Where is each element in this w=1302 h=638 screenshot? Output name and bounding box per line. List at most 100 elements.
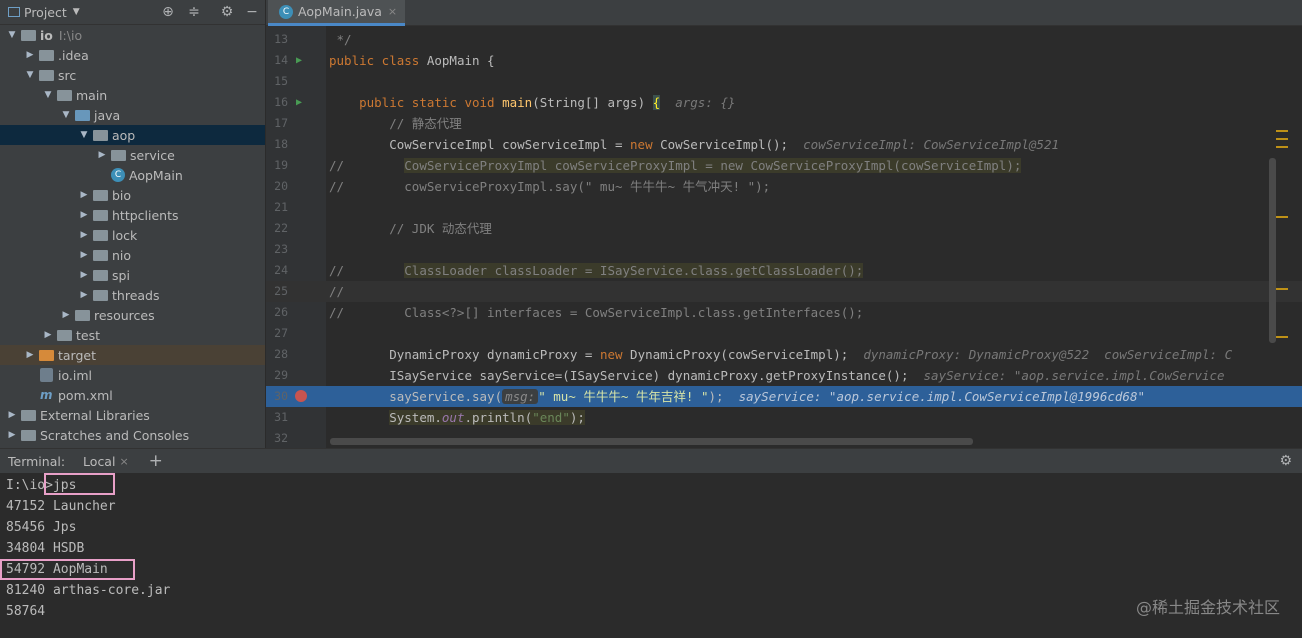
warning-stripe-mark[interactable] — [1276, 336, 1288, 338]
tree-item-io[interactable]: ▼ io I:\io — [0, 25, 265, 45]
tree-item--idea[interactable]: ▶ .idea — [0, 45, 265, 65]
line-number[interactable]: 19 — [266, 155, 288, 176]
chevron-right-icon[interactable]: ▶ — [24, 50, 36, 60]
code-line-15[interactable]: 15 — [266, 71, 1302, 92]
code-line-14[interactable]: 14 ▶ public class AopMain { — [266, 50, 1302, 71]
line-number[interactable]: 23 — [266, 239, 288, 260]
chevron-right-icon[interactable]: ▶ — [78, 190, 90, 200]
code-text[interactable]: // CowServiceProxyImpl cowServiceProxyIm… — [329, 155, 1022, 176]
tree-item-aopmain[interactable]: C AopMain — [0, 165, 265, 185]
chevron-right-icon[interactable]: ▶ — [78, 270, 90, 280]
tree-item-lock[interactable]: ▶ lock — [0, 225, 265, 245]
line-number[interactable]: 30 — [266, 386, 288, 407]
tree-item-external-libraries[interactable]: ▶ External Libraries — [0, 405, 265, 425]
chevron-right-icon[interactable]: ▶ — [78, 210, 90, 220]
tree-item-nio[interactable]: ▶ nio — [0, 245, 265, 265]
line-number[interactable]: 21 — [266, 197, 288, 218]
gear-icon[interactable]: ⚙ — [1279, 453, 1292, 469]
code-text[interactable]: System.out.println("end"); — [329, 407, 585, 428]
line-number[interactable]: 15 — [266, 71, 288, 92]
code-text[interactable]: DynamicProxy dynamicProxy = new DynamicP… — [329, 344, 1232, 365]
chevron-right-icon[interactable]: ▶ — [96, 150, 108, 160]
tree-item-test[interactable]: ▶ test — [0, 325, 265, 345]
tree-item-main[interactable]: ▼ main — [0, 85, 265, 105]
code-line-13[interactable]: 13 */ — [266, 29, 1302, 50]
tree-item-scratches-and-consoles[interactable]: ▶ Scratches and Consoles — [0, 425, 265, 445]
chevron-right-icon[interactable]: ▶ — [78, 250, 90, 260]
project-view-selector[interactable]: Project — [24, 5, 67, 20]
code-line-26[interactable]: 26 // Class<?>[] interfaces = CowServiceI… — [266, 302, 1302, 323]
line-number[interactable]: 16 — [266, 92, 288, 113]
locate-icon[interactable]: ⊕ — [160, 4, 176, 20]
line-number[interactable]: 28 — [266, 344, 288, 365]
line-number[interactable]: 25 — [266, 281, 288, 302]
tree-item-target[interactable]: ▶ target — [0, 345, 265, 365]
code-text[interactable]: ISayService sayService=(ISayService) dyn… — [329, 365, 1224, 386]
chevron-right-icon[interactable]: ▶ — [6, 430, 18, 440]
code-text[interactable]: // — [329, 281, 344, 302]
tree-item-spi[interactable]: ▶ spi — [0, 265, 265, 285]
tree-item-aop[interactable]: ▼ aop — [0, 125, 265, 145]
chevron-right-icon[interactable]: ▶ — [60, 310, 72, 320]
chevron-right-icon[interactable]: ▶ — [78, 230, 90, 240]
tab-aopmain[interactable]: C AopMain.java × — [268, 0, 406, 26]
line-number[interactable]: 31 — [266, 407, 288, 428]
tree-item-java[interactable]: ▼ java — [0, 105, 265, 125]
code-text[interactable]: // JDK 动态代理 — [329, 218, 492, 239]
code-text[interactable]: public static void main(String[] args) {… — [329, 92, 735, 113]
run-icon[interactable]: ▶ — [296, 50, 302, 71]
code-line-24[interactable]: 24 // ClassLoader classLoader = ISayServi… — [266, 260, 1302, 281]
line-number[interactable]: 24 — [266, 260, 288, 281]
breakpoint-icon[interactable] — [295, 390, 307, 402]
tree-item-threads[interactable]: ▶ threads — [0, 285, 265, 305]
tree-item-resources[interactable]: ▶ resources — [0, 305, 265, 325]
code-line-19[interactable]: 19 // CowServiceProxyImpl cowServiceProxy… — [266, 155, 1302, 176]
line-number[interactable]: 22 — [266, 218, 288, 239]
tree-item-service[interactable]: ▶ service — [0, 145, 265, 165]
code-line-25[interactable]: 25 // — [266, 281, 1302, 302]
close-icon[interactable]: × — [119, 455, 128, 468]
code-line-29[interactable]: 29 ISayService sayService=(ISayService) … — [266, 365, 1302, 386]
warning-stripe-mark[interactable] — [1276, 138, 1288, 140]
project-view-icon[interactable] — [8, 7, 20, 17]
close-icon[interactable]: × — [388, 5, 397, 18]
run-icon[interactable]: ▶ — [296, 92, 302, 113]
code-line-28[interactable]: 28 DynamicProxy dynamicProxy = new Dynam… — [266, 344, 1302, 365]
code-line-16[interactable]: 16 ▶ public static void main(String[] arg… — [266, 92, 1302, 113]
line-number[interactable]: 13 — [266, 29, 288, 50]
chevron-right-icon[interactable]: ▶ — [6, 410, 18, 420]
code-editor[interactable]: 13 */14 ▶ public class AopMain {15 16 ▶ publ… — [266, 26, 1302, 448]
tree-item-pom-xml[interactable]: m pom.xml — [0, 385, 265, 405]
code-line-21[interactable]: 21 — [266, 197, 1302, 218]
code-text[interactable]: // Class<?>[] interfaces = CowServiceImp… — [329, 302, 863, 323]
code-line-17[interactable]: 17 // 静态代理 — [266, 113, 1302, 134]
tree-item-io-iml[interactable]: io.iml — [0, 365, 265, 385]
line-number[interactable]: 18 — [266, 134, 288, 155]
code-text[interactable]: */ — [329, 29, 352, 50]
chevron-down-icon[interactable]: ▼ — [60, 110, 72, 120]
code-line-20[interactable]: 20 // cowServiceProxyImpl.say(" mu~ 牛牛牛~ … — [266, 176, 1302, 197]
code-text[interactable]: public class AopMain { — [329, 50, 495, 71]
code-text[interactable]: // cowServiceProxyImpl.say(" mu~ 牛牛牛~ 牛气… — [329, 176, 770, 197]
collapse-icon[interactable]: ≑ — [186, 4, 202, 20]
chevron-right-icon[interactable]: ▶ — [42, 330, 54, 340]
chevron-down-icon[interactable]: ▼ — [6, 30, 18, 40]
warning-stripe-mark[interactable] — [1276, 146, 1288, 148]
code-line-31[interactable]: 31 System.out.println("end"); — [266, 407, 1302, 428]
code-text[interactable]: CowServiceImpl cowServiceImpl = new CowS… — [329, 134, 1059, 155]
code-line-22[interactable]: 22 // JDK 动态代理 — [266, 218, 1302, 239]
code-line-23[interactable]: 23 — [266, 239, 1302, 260]
code-line-27[interactable]: 27 — [266, 323, 1302, 344]
warning-stripe-mark[interactable] — [1276, 288, 1288, 290]
tree-item-src[interactable]: ▼ src — [0, 65, 265, 85]
code-line-30[interactable]: 30 sayService.say(msg: " mu~ 牛牛牛~ 牛年吉祥! "… — [266, 386, 1302, 407]
code-text[interactable]: // ClassLoader classLoader = ISayService… — [329, 260, 864, 281]
line-number[interactable]: 29 — [266, 365, 288, 386]
code-text[interactable]: // 静态代理 — [329, 113, 462, 134]
line-number[interactable]: 26 — [266, 302, 288, 323]
warning-stripe-mark[interactable] — [1276, 130, 1288, 132]
warning-stripe-mark[interactable] — [1276, 216, 1288, 218]
chevron-right-icon[interactable]: ▶ — [24, 350, 36, 360]
line-number[interactable]: 32 — [266, 428, 288, 448]
tab-local[interactable]: Local × — [83, 454, 129, 469]
